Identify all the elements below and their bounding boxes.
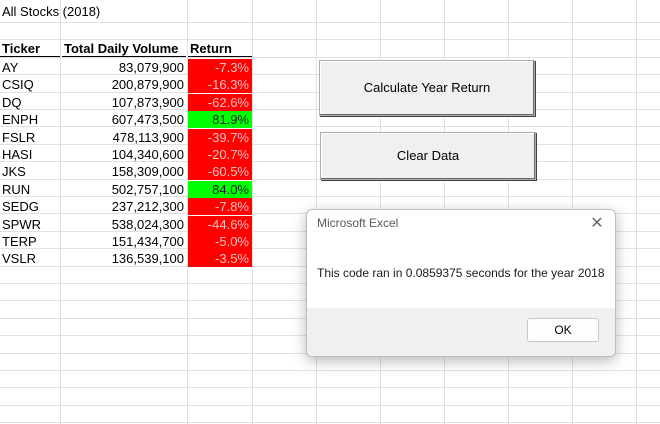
- volume-cell[interactable]: 237,212,300: [62, 198, 186, 215]
- ticker-cell[interactable]: SEDG: [0, 198, 60, 215]
- volume-cell[interactable]: 200,879,900: [62, 76, 186, 93]
- ticker-cell[interactable]: DQ: [0, 94, 60, 111]
- row-gridline: [0, 370, 660, 371]
- dialog-footer: OK: [307, 308, 615, 356]
- dialog-title: Microsoft Excel: [317, 216, 399, 230]
- sheet-title[interactable]: All Stocks (2018): [2, 3, 100, 20]
- volume-cell[interactable]: 158,309,000: [62, 163, 186, 180]
- volume-cell[interactable]: 136,539,100: [62, 250, 186, 267]
- return-cell[interactable]: -44.6%: [188, 216, 252, 233]
- ticker-cell[interactable]: RUN: [0, 181, 60, 198]
- return-cell[interactable]: -16.3%: [188, 76, 252, 93]
- return-cell[interactable]: -7.8%: [188, 198, 252, 215]
- header-total-daily-volume[interactable]: Total Daily Volume: [62, 40, 186, 57]
- row-gridline: [0, 387, 660, 388]
- return-cell[interactable]: -60.5%: [188, 163, 252, 180]
- ticker-cell[interactable]: JKS: [0, 163, 60, 180]
- column-gridline: [636, 0, 637, 424]
- message-box-dialog: Microsoft Excel ✕ This code ran in 0.085…: [306, 209, 616, 357]
- volume-cell[interactable]: 478,113,900: [62, 129, 186, 146]
- ticker-cell[interactable]: SPWR: [0, 216, 60, 233]
- ok-button[interactable]: OK: [527, 318, 599, 342]
- ticker-cell[interactable]: CSIQ: [0, 76, 60, 93]
- return-cell[interactable]: 84.0%: [188, 181, 252, 198]
- header-ticker[interactable]: Ticker: [0, 40, 60, 57]
- header-return[interactable]: Return: [188, 40, 252, 57]
- dialog-message: This code ran in 0.0859375 seconds for t…: [317, 266, 605, 280]
- volume-cell[interactable]: 502,757,100: [62, 181, 186, 198]
- volume-cell[interactable]: 104,340,600: [62, 146, 186, 163]
- volume-cell[interactable]: 607,473,500: [62, 111, 186, 128]
- row-gridline: [0, 422, 660, 423]
- row-gridline: [0, 405, 660, 406]
- ticker-cell[interactable]: TERP: [0, 233, 60, 250]
- ticker-cell[interactable]: HASI: [0, 146, 60, 163]
- row-gridline: [0, 22, 660, 23]
- volume-cell[interactable]: 538,024,300: [62, 216, 186, 233]
- row-gridline: [0, 57, 660, 58]
- ticker-cell[interactable]: VSLR: [0, 250, 60, 267]
- close-icon[interactable]: ✕: [589, 213, 605, 233]
- ticker-cell[interactable]: ENPH: [0, 111, 60, 128]
- return-cell[interactable]: -3.5%: [188, 250, 252, 267]
- return-cell[interactable]: -39.7%: [188, 129, 252, 146]
- calculate-year-return-button[interactable]: Calculate Year Return: [319, 60, 535, 116]
- return-cell[interactable]: 81.9%: [188, 111, 252, 128]
- volume-cell[interactable]: 83,079,900: [62, 59, 186, 76]
- return-cell[interactable]: -20.7%: [188, 146, 252, 163]
- clear-data-button[interactable]: Clear Data: [320, 132, 536, 180]
- ticker-cell[interactable]: FSLR: [0, 129, 60, 146]
- volume-cell[interactable]: 107,873,900: [62, 94, 186, 111]
- return-cell[interactable]: -62.6%: [188, 94, 252, 111]
- column-gridline: [252, 0, 253, 424]
- volume-cell[interactable]: 151,434,700: [62, 233, 186, 250]
- return-cell[interactable]: -5.0%: [188, 233, 252, 250]
- ticker-cell[interactable]: AY: [0, 59, 60, 76]
- column-gridline: [60, 0, 61, 424]
- return-cell[interactable]: -7.3%: [188, 59, 252, 76]
